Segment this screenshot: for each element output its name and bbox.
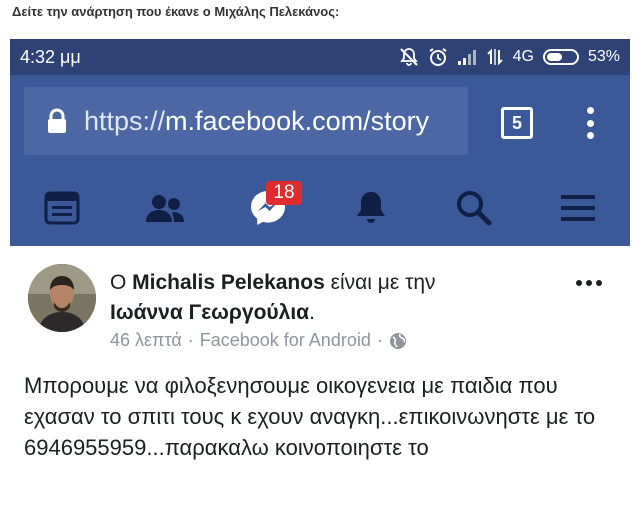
menu-dot — [586, 119, 594, 127]
notifications-off-icon — [399, 47, 419, 67]
browser-menu-button[interactable] — [578, 103, 602, 143]
signal-icon — [457, 48, 477, 66]
tabs-button[interactable]: 5 — [501, 107, 533, 139]
post-options-button[interactable] — [576, 280, 602, 286]
messages-badge-count: 18 — [273, 182, 295, 203]
options-dot — [576, 280, 582, 286]
meta-separator: · — [376, 330, 383, 350]
url-text: https://m.facebook.com/story — [84, 106, 429, 137]
menu-dot — [586, 107, 594, 114]
author-avatar[interactable] — [28, 264, 96, 332]
post-headline: Ο Michalis Pelekanos είναι με την Ιωάννα … — [110, 268, 570, 328]
url-path: m.facebook.com/story — [165, 105, 430, 136]
meta-separator: · — [187, 330, 194, 350]
messages-badge: 18 — [266, 181, 302, 205]
options-dot — [586, 280, 592, 286]
headline-suffix: . — [309, 301, 315, 324]
headline-prefix: Ο — [110, 271, 133, 294]
headline-with: είναι με την — [324, 271, 436, 294]
alarm-icon — [428, 47, 448, 67]
status-icons: 4G 53% — [399, 47, 620, 67]
friends-icon[interactable] — [143, 188, 187, 228]
url-scheme: https:// — [84, 105, 166, 136]
network-type: 4G — [512, 48, 534, 65]
post-body: Μπορουμε να φιλοξενησουμε οικογενεια με … — [24, 373, 596, 460]
browser-toolbar: https://m.facebook.com/story 5 — [10, 75, 630, 172]
facebook-post: Ο Michalis Pelekanos είναι με την Ιωάννα … — [10, 246, 630, 507]
battery-fill — [546, 53, 562, 61]
status-time: 4:32 μμ — [20, 46, 81, 67]
tagged-person[interactable]: Ιωάννα Γεωργούλια — [110, 301, 309, 324]
battery-icon — [542, 49, 579, 65]
battery-percent: 53% — [587, 48, 620, 65]
url-bar[interactable]: https://m.facebook.com/story — [24, 87, 468, 155]
article-caption: Δείτε την ανάρτηση που έκανε ο Μιχάλης Π… — [12, 4, 340, 19]
author-name[interactable]: Michalis Pelekanos — [132, 271, 325, 294]
status-bar: 4:32 μμ 4G 53% — [10, 39, 630, 75]
news-feed-icon[interactable] — [40, 188, 84, 228]
lock-icon — [46, 108, 68, 134]
post-source: Facebook for Android — [199, 330, 371, 350]
data-icon — [486, 48, 504, 66]
options-dot — [596, 280, 602, 286]
post-time[interactable]: 46 λεπτά — [110, 330, 182, 351]
tab-count: 5 — [511, 112, 522, 133]
post-meta: 46 λεπτά · Facebook for Android · — [110, 330, 407, 351]
hamburger-menu-icon[interactable] — [556, 188, 600, 228]
menu-dot — [586, 132, 594, 139]
facebook-nav-bar: 18 — [10, 172, 630, 246]
notifications-bell-icon[interactable] — [349, 188, 393, 228]
search-icon[interactable] — [452, 188, 496, 228]
globe-icon — [389, 332, 407, 350]
phone-screenshot: 4:32 μμ 4G 53% https://m.facebook.com/st… — [10, 39, 630, 507]
